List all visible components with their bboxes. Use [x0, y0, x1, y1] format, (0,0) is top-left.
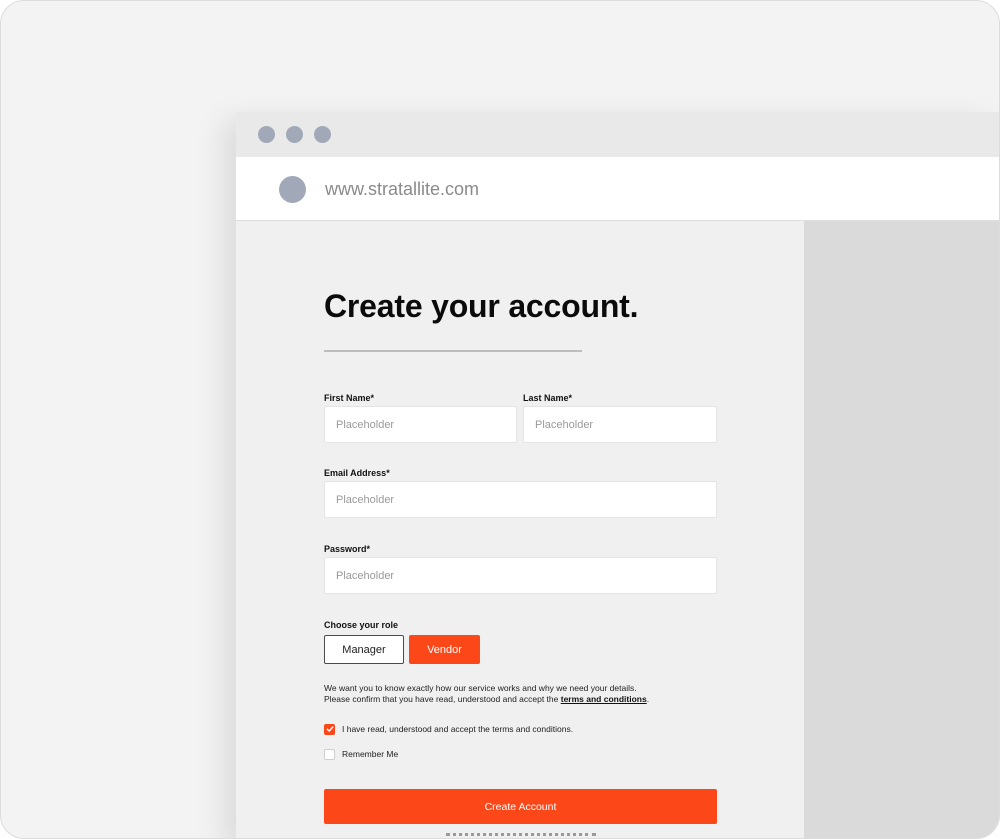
password-label: Password* [324, 544, 371, 554]
browser-window: www.stratallite.com Create your account.… [236, 112, 999, 838]
favicon-icon [279, 176, 306, 203]
signup-form: Create your account. First Name* Last Na… [236, 221, 804, 838]
info-text: We want you to know exactly how our serv… [324, 683, 764, 705]
remember-checkbox-label: Remember Me [342, 749, 399, 759]
cutoff-text-line [446, 833, 596, 837]
address-bar[interactable]: www.stratallite.com [236, 157, 999, 221]
password-input[interactable] [324, 557, 717, 594]
terms-link[interactable]: terms and conditions [561, 694, 647, 704]
terms-checkbox[interactable] [324, 723, 335, 735]
email-input[interactable] [324, 481, 717, 518]
screenshot-frame: www.stratallite.com Create your account.… [0, 0, 1000, 839]
remember-checkbox[interactable] [324, 748, 335, 760]
check-icon [326, 726, 333, 732]
url-text[interactable]: www.stratallite.com [325, 179, 479, 200]
role-vendor-button[interactable]: Vendor [409, 635, 480, 664]
info-line-2-end: . [646, 694, 650, 704]
last-name-label: Last Name* [523, 393, 573, 403]
create-account-button[interactable]: Create Account [324, 789, 717, 824]
side-panel [804, 221, 999, 838]
terms-checkbox-label: I have read, understood and accept the t… [342, 724, 574, 734]
title-divider [324, 350, 582, 352]
remember-checkbox-row[interactable]: Remember Me [324, 748, 398, 760]
first-name-input[interactable] [324, 406, 517, 443]
window-dot-minimize[interactable] [286, 126, 303, 143]
window-dot-maximize[interactable] [314, 126, 331, 143]
browser-titlebar [236, 112, 999, 157]
info-line-1: We want you to know exactly how our serv… [324, 683, 637, 693]
terms-checkbox-row[interactable]: I have read, understood and accept the t… [324, 723, 573, 735]
window-dot-close[interactable] [258, 126, 275, 143]
role-label: Choose your role [324, 620, 399, 630]
page-title: Create your account. [324, 288, 639, 324]
info-line-2: Please confirm that you have read, under… [324, 694, 764, 705]
last-name-input[interactable] [523, 406, 717, 443]
info-line-2-text: Please confirm that you have read, under… [324, 694, 559, 704]
first-name-label: First Name* [324, 393, 375, 403]
role-manager-button[interactable]: Manager [324, 635, 404, 664]
email-label: Email Address* [324, 468, 390, 478]
